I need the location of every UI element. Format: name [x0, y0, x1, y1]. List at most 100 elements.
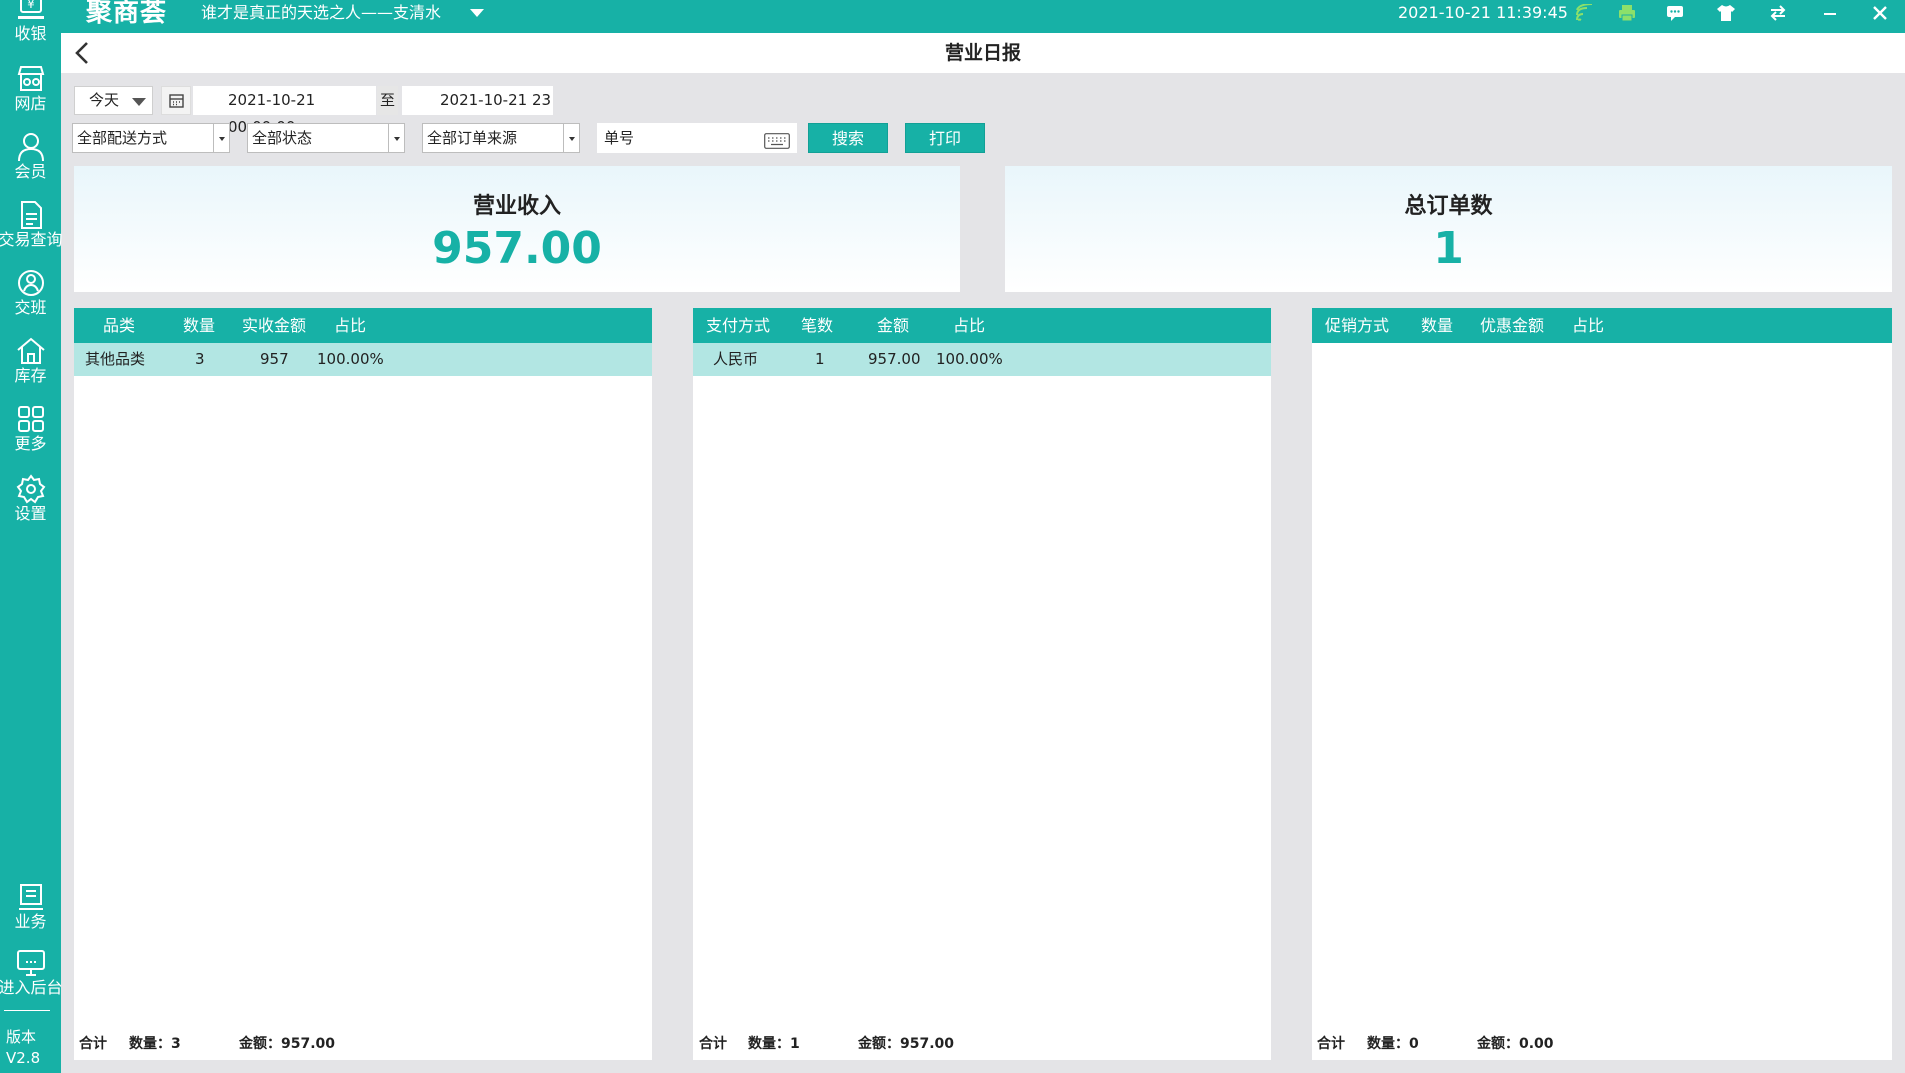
order-number-placeholder: 单号: [604, 129, 635, 147]
svg-text:¥: ¥: [27, 0, 35, 11]
column-header: 实收金额: [242, 316, 307, 335]
switch-arrows-icon[interactable]: [1768, 4, 1788, 22]
column-header: 占比: [953, 316, 986, 335]
revenue-card: 营业收入 957.00: [74, 166, 960, 292]
end-datetime-input[interactable]: 2021-10-21 23:59:59: [402, 86, 553, 115]
orders-value: 1: [1433, 223, 1464, 274]
sidebar-item-label: 会员: [14, 162, 47, 181]
table-cell: 957.00: [868, 350, 921, 368]
orders-card: 总订单数 1: [1005, 166, 1892, 292]
footer-amount: 金额：0.00: [1477, 1036, 1554, 1052]
store-dropdown-caret-icon[interactable]: [470, 9, 484, 17]
signal-icon[interactable]: [1575, 4, 1595, 22]
column-header: 数量: [1421, 316, 1454, 335]
printer-icon[interactable]: [1617, 4, 1637, 22]
sidebar-item-inventory[interactable]: 库存: [0, 336, 61, 386]
sidebar-item-backend[interactable]: 进入后台: [0, 948, 63, 998]
sidebar-item-more[interactable]: 更多: [0, 404, 61, 454]
sidebar-item-online-store[interactable]: 网店: [0, 64, 61, 114]
period-dropdown[interactable]: 今天: [74, 86, 153, 115]
order-source-select[interactable]: 全部订单来源: [422, 123, 580, 153]
table-header: 品类 数量 实收金额 占比: [74, 308, 652, 343]
sidebar-item-transaction-query[interactable]: 交易查询: [0, 200, 63, 250]
print-button[interactable]: 打印: [905, 123, 985, 153]
revenue-value: 957.00: [432, 223, 602, 274]
column-header: 占比: [334, 316, 367, 335]
keyboard-icon[interactable]: [764, 130, 790, 149]
title-bar: 营业日报: [61, 33, 1905, 73]
calendar-icon: [169, 94, 184, 108]
dropdown-arrow-icon: [388, 124, 404, 152]
clock: 2021-10-21 11:39:45: [1398, 3, 1568, 22]
to-label: 至: [377, 86, 398, 115]
calendar-button[interactable]: [161, 86, 191, 115]
delivery-method-select[interactable]: 全部配送方式: [72, 123, 230, 153]
member-icon: [16, 132, 46, 162]
footer-total: 合计: [1317, 1036, 1345, 1052]
column-header: 笔数: [801, 316, 834, 335]
sidebar-item-settings[interactable]: 设置: [0, 474, 61, 524]
sidebar-item-label: 交班: [14, 298, 47, 317]
table-cell: 其他品类: [85, 350, 146, 368]
online-store-icon: [16, 64, 46, 94]
category-table: 品类 数量 实收金额 占比 其他品类 3 957 100.00% 合计 数量：3…: [74, 308, 652, 1060]
close-icon[interactable]: [1870, 4, 1890, 22]
table-row[interactable]: 人民币 1 957.00 100.00%: [693, 343, 1271, 376]
dropdown-arrow-icon: [213, 124, 229, 152]
sidebar-divider: [4, 1010, 50, 1011]
version-label: 版本: [6, 1028, 37, 1046]
orders-label: 总订单数: [1404, 194, 1493, 219]
table-cell: 3: [195, 350, 205, 368]
minimize-icon[interactable]: [1820, 4, 1840, 22]
column-header: 品类: [103, 316, 136, 335]
payment-table: 支付方式 笔数 金额 占比 人民币 1 957.00 100.00% 合计 数量…: [693, 308, 1271, 1060]
column-header: 支付方式: [706, 316, 771, 335]
version-info: 版本 V2.8: [6, 1027, 40, 1069]
back-arrow-icon[interactable]: [71, 40, 95, 66]
sidebar-item-member[interactable]: 会员: [0, 132, 61, 182]
sidebar-item-business[interactable]: 业务: [0, 882, 61, 932]
table-cell: 1: [815, 350, 825, 368]
table-row[interactable]: 其他品类 3 957 100.00%: [74, 343, 652, 376]
search-button[interactable]: 搜索: [808, 123, 888, 153]
page-title: 营业日报: [944, 42, 1021, 64]
cashier-icon: ¥: [16, 0, 46, 24]
column-header: 促销方式: [1325, 316, 1390, 335]
table-cell: 957: [260, 350, 289, 368]
app-logo: 聚商荟: [86, 0, 168, 28]
order-source-value: 全部订单来源: [427, 129, 518, 147]
column-header: 金额: [877, 316, 910, 335]
sidebar-item-cashier[interactable]: ¥ 收银: [0, 0, 61, 44]
footer-quantity: 数量：0: [1367, 1036, 1419, 1052]
table-footer: 合计 数量：3 金额：957.00: [74, 1028, 652, 1060]
delivery-method-value: 全部配送方式: [77, 129, 168, 147]
period-value: 今天: [89, 91, 120, 109]
top-bar: 聚商荟 谁才是真正的天选之人——支清水 2021-10-21 11:39:45: [0, 0, 1905, 33]
sidebar-item-label: 业务: [14, 912, 47, 931]
promotion-table: 促销方式 数量 优惠金额 占比 合计 数量：0 金额：0.00: [1312, 308, 1892, 1060]
business-icon: [16, 882, 46, 912]
chevron-down-icon: [132, 98, 146, 106]
footer-amount: 金额：957.00: [858, 1036, 955, 1052]
start-datetime-input[interactable]: 2021-10-21 00:00:00: [193, 86, 376, 136]
footer-quantity: 数量：1: [748, 1036, 800, 1052]
revenue-label: 营业收入: [472, 194, 561, 219]
table-cell: 100.00%: [936, 350, 1003, 368]
order-number-input[interactable]: 单号: [597, 123, 797, 153]
footer-total: 合计: [79, 1036, 107, 1052]
message-icon[interactable]: [1665, 4, 1685, 22]
table-header: 促销方式 数量 优惠金额 占比: [1312, 308, 1892, 343]
sidebar-item-label: 交易查询: [0, 230, 63, 249]
store-name[interactable]: 谁才是真正的天选之人——支清水: [201, 0, 441, 25]
sidebar-item-shift-handover[interactable]: 交班: [0, 268, 61, 318]
sidebar-item-label: 网店: [14, 94, 47, 113]
table-footer: 合计 数量：0 金额：0.00: [1312, 1028, 1892, 1060]
transaction-query-icon: [16, 200, 46, 230]
status-select[interactable]: 全部状态: [247, 123, 405, 153]
footer-quantity: 数量：3: [129, 1036, 181, 1052]
status-value: 全部状态: [252, 129, 313, 147]
sidebar-item-label: 设置: [14, 504, 47, 523]
table-footer: 合计 数量：1 金额：957.00: [693, 1028, 1271, 1060]
more-grid-icon: [16, 404, 46, 434]
skin-shirt-icon[interactable]: [1716, 4, 1736, 22]
